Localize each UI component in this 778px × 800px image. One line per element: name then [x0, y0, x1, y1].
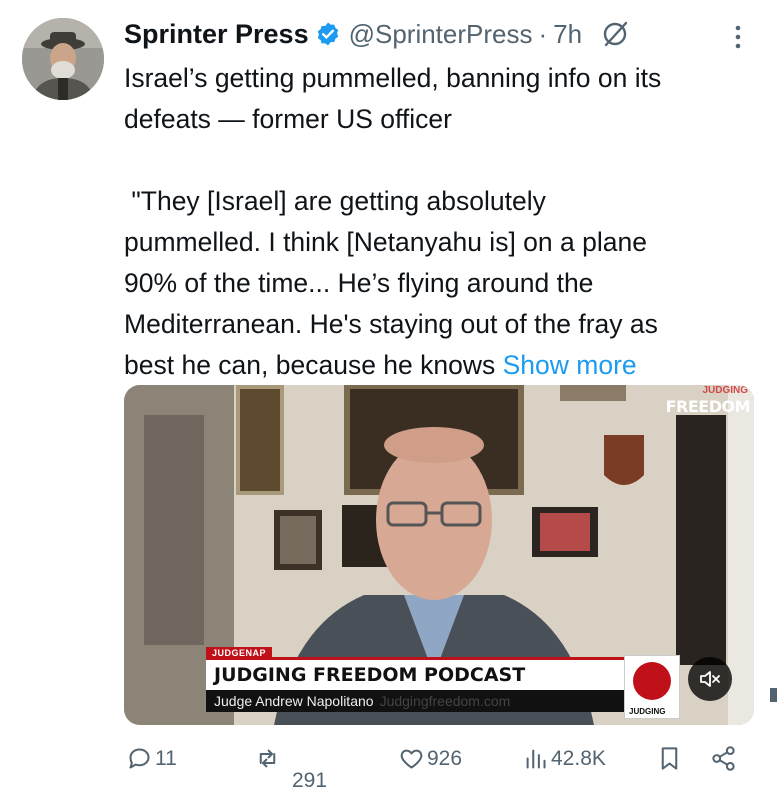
- repost-icon: [259, 749, 276, 768]
- scroll-indicator: [770, 688, 777, 702]
- tweet-line: 90% of the time... He’s flying around th…: [124, 268, 594, 298]
- tweet-line: Israel’s getting pummelled, banning info…: [124, 63, 662, 93]
- separator-dot: ·: [538, 18, 548, 49]
- corner-badge: JUDGING: [624, 655, 680, 719]
- speaker-muted-icon: [700, 671, 720, 687]
- corner-badge-label: JUDGING: [629, 707, 666, 716]
- tweet-text: Israel’s getting pummelled, banning info…: [124, 58, 754, 386]
- author-name[interactable]: Sprinter Press: [124, 19, 309, 50]
- views-button[interactable]: 42.8K: [522, 745, 606, 772]
- tweet-last-line: best he can, because he knows Show more: [124, 345, 754, 386]
- bookmark-icon: [661, 747, 678, 770]
- reply-icon: [129, 748, 150, 769]
- tweet-line: Mediterranean. He's staying out of the f…: [124, 309, 658, 339]
- tweet-timestamp[interactable]: 7h: [553, 19, 582, 50]
- analytics-icon: [526, 749, 546, 769]
- more-options-icon[interactable]: [728, 22, 748, 52]
- reply-button[interactable]: 11: [126, 745, 177, 772]
- tweet-header: Sprinter Press @SprinterPress · 7h: [124, 14, 630, 54]
- lower-third-subtitle-text: Judge Andrew Napolitano: [214, 693, 374, 709]
- reply-count: 11: [155, 746, 177, 770]
- verified-badge-icon: [317, 22, 338, 46]
- lower-third-ghost-text: Judgingfreedom.com: [379, 693, 511, 709]
- tweet: Sprinter Press @SprinterPress · 7h Israe…: [0, 0, 778, 800]
- tweet-line: pummelled. I think [Netanyahu is] on a p…: [124, 227, 647, 257]
- tweet-line: defeats — former US officer: [124, 104, 452, 134]
- tweet-actions: 11 291 926 42.8K: [124, 745, 754, 792]
- show-more-link[interactable]: Show more: [503, 350, 637, 380]
- like-count: 926: [427, 746, 463, 770]
- lower-third-subtitle: Judge Andrew Napolitano Judgingfreedom.co…: [206, 690, 636, 712]
- tweet-line: "They [Israel] are getting absolutely: [124, 186, 546, 216]
- brand-top: JUDGING: [702, 385, 748, 396]
- repost-count: 291: [292, 769, 328, 792]
- lower-third-title: JUDGING FREEDOM PODCAST: [206, 660, 636, 690]
- corner-badge-portrait: [633, 662, 671, 700]
- author-handle[interactable]: @SprinterPress: [349, 19, 533, 50]
- grok-slash-icon[interactable]: [600, 19, 630, 49]
- repost-button[interactable]: 291: [254, 745, 327, 792]
- share-icon: [712, 746, 735, 771]
- avatar[interactable]: [22, 18, 104, 100]
- heart-icon: [400, 749, 423, 769]
- share-button[interactable]: [710, 745, 737, 772]
- bookmark-button[interactable]: [656, 745, 683, 772]
- like-button[interactable]: 926: [398, 745, 462, 772]
- views-count: 42.8K: [551, 746, 606, 770]
- brand-main: FREEDOM: [665, 397, 751, 416]
- lower-third: JUDGENAP JUDGING FREEDOM PODCAST Judge A…: [206, 647, 646, 713]
- channel-logo: JUDGING FREEDOM: [666, 385, 754, 425]
- mute-toggle-button[interactable]: [688, 657, 732, 701]
- video-player[interactable]: JUDGING FREEDOM JUDGENAP JUDGING FREEDOM…: [124, 385, 754, 725]
- tweet-line: best he can, because he knows: [124, 350, 496, 380]
